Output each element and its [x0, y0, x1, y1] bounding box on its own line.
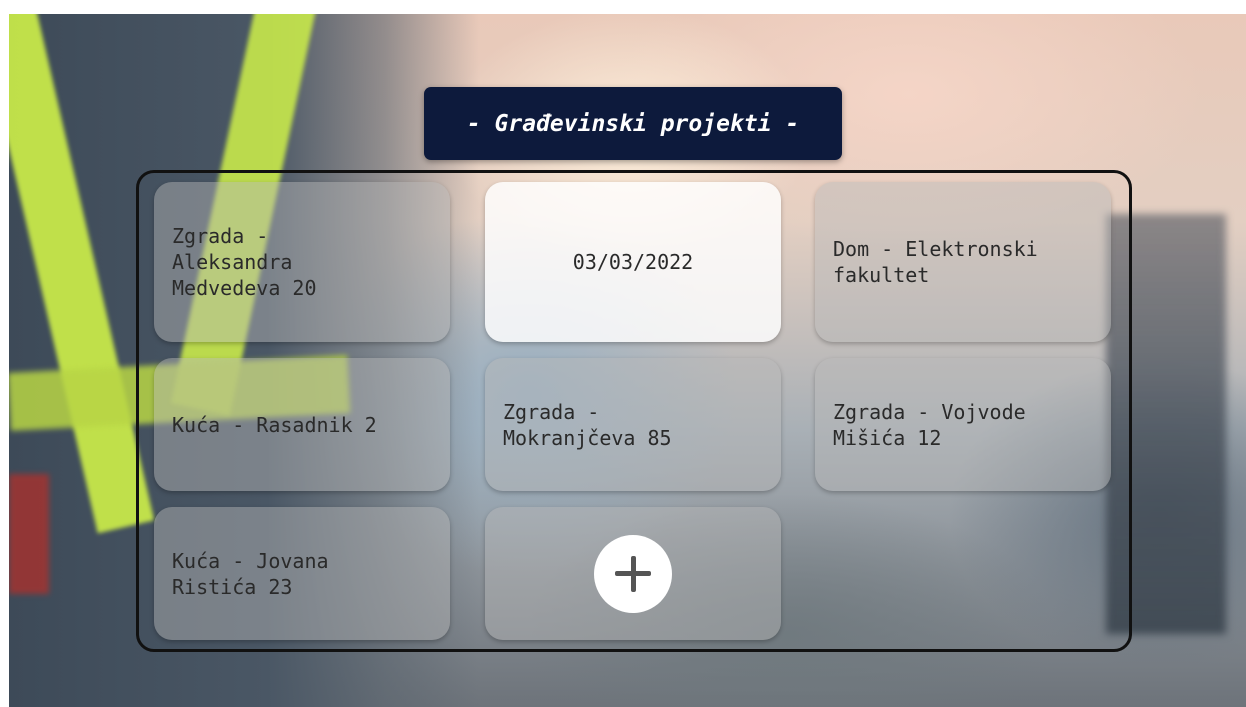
page-title-text: - Građevinski projekti - — [466, 110, 800, 137]
project-card[interactable]: Dom - Elektronski fakultet — [815, 182, 1111, 342]
project-card-label: 03/03/2022 — [572, 250, 694, 274]
project-card[interactable]: Zgrada - Mokranjčeva 85 — [485, 358, 781, 491]
project-card-label: Kuća - Jovana Ristića 23 — [172, 548, 329, 599]
plus-icon[interactable] — [594, 534, 672, 613]
add-project-card[interactable] — [485, 507, 781, 640]
project-card-label: Dom - Elektronski fakultet — [833, 237, 1038, 287]
project-card-label: Zgrada - Vojvode Mišića 12 — [833, 399, 1026, 450]
project-card[interactable]: Zgrada - Aleksandra Medvedeva 20 — [154, 182, 450, 342]
project-card-label: Zgrada - Aleksandra Medvedeva 20 — [172, 224, 317, 300]
page-title: - Građevinski projekti - — [424, 87, 842, 160]
project-card-selected[interactable]: 03/03/2022 — [485, 182, 781, 342]
project-card-label: Zgrada - Mokranjčeva 85 — [503, 399, 672, 450]
project-card[interactable]: Kuća - Jovana Ristića 23 — [154, 507, 450, 640]
project-card[interactable]: Kuća - Rasadnik 2 — [154, 358, 450, 491]
project-card[interactable]: Zgrada - Vojvode Mišića 12 — [815, 358, 1111, 491]
decorative-strip — [9, 474, 49, 594]
project-card-label: Kuća - Rasadnik 2 — [172, 412, 377, 437]
